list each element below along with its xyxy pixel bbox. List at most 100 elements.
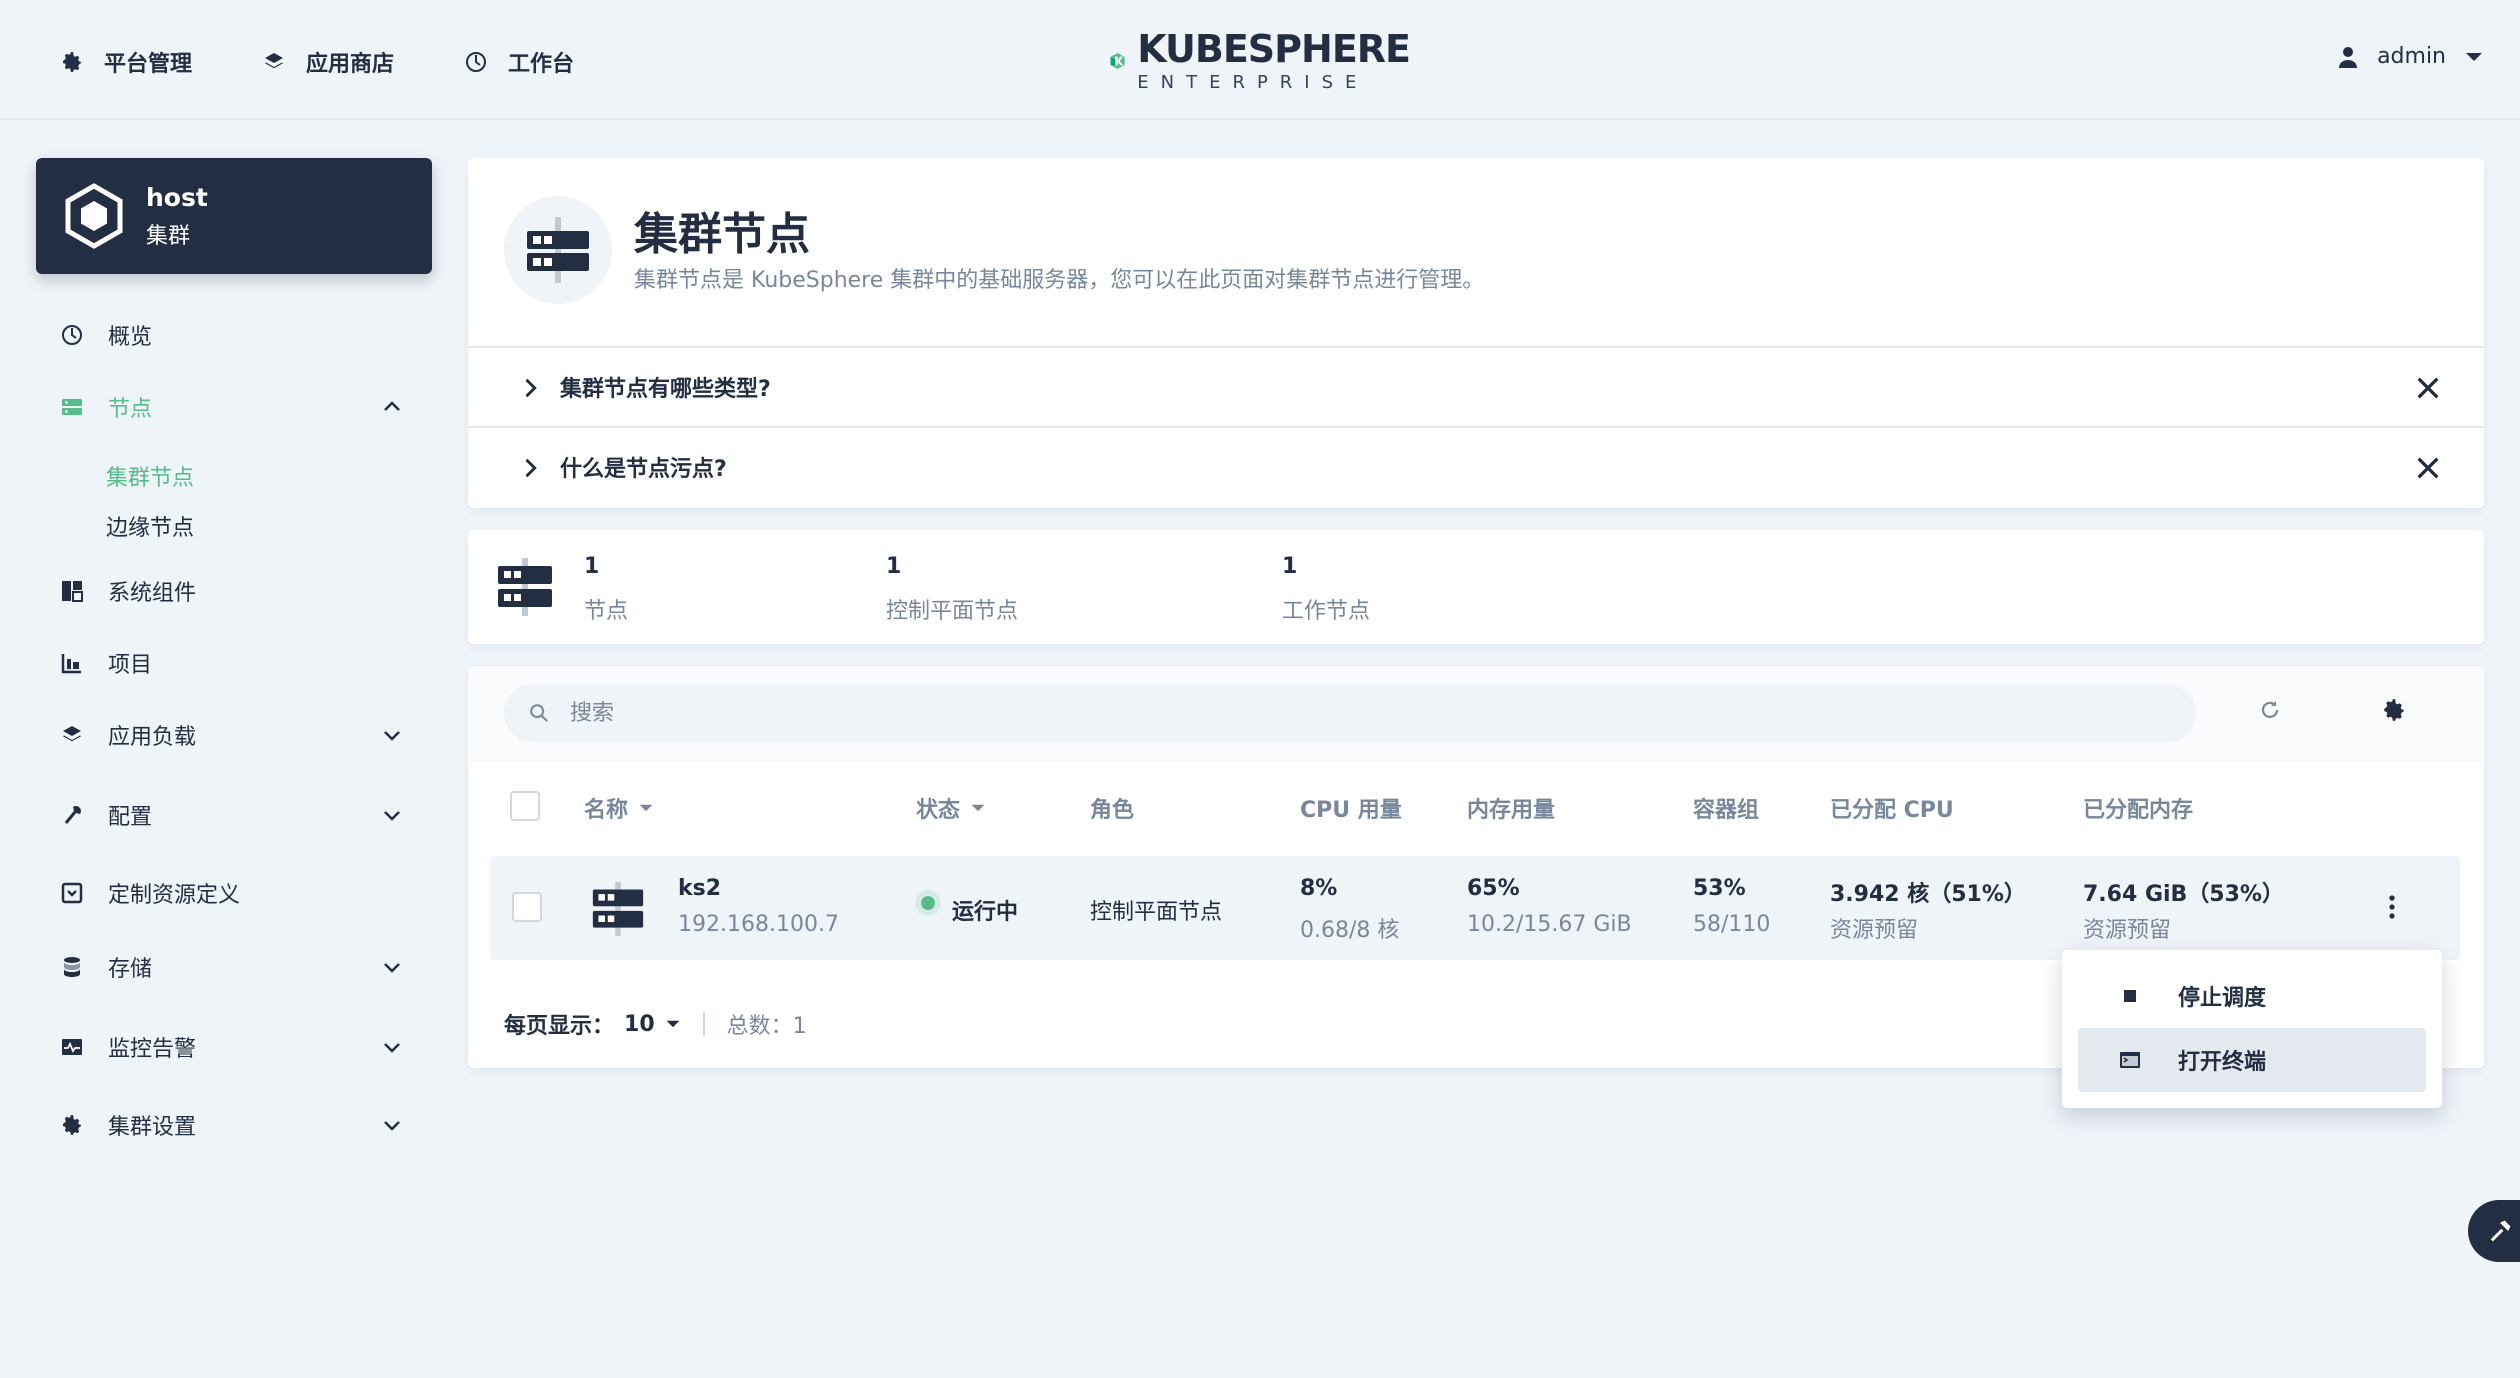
sidebar-item-crd[interactable]: 定制资源定义 [36, 868, 432, 918]
chevron-down-icon [384, 1043, 400, 1053]
menu-item-cordon[interactable]: 停止调度 [2078, 964, 2426, 1028]
allocated-memory: 7.64 GiB（53%） [2083, 882, 2284, 907]
column-status-label: 状态 [916, 798, 961, 823]
dashboard-icon [62, 325, 82, 345]
row-checkbox[interactable] [512, 892, 542, 922]
menu-item-terminal[interactable]: 打开终端 [2078, 1028, 2426, 1092]
sidebar-workloads-label: 应用负载 [108, 725, 197, 750]
menu-item-label: 停止调度 [2178, 986, 2267, 1011]
hammer-icon [2490, 1220, 2511, 1242]
chevron-down-icon [384, 811, 400, 821]
chevron-up-icon [384, 401, 400, 411]
row-action-menu: 停止调度 打开终端 [2062, 950, 2442, 1108]
sidebar-storage-label: 存储 [108, 957, 153, 982]
sidebar-config-label: 配置 [108, 805, 153, 830]
faq-node-taints[interactable]: 什么是节点污点? [468, 426, 2484, 506]
project-icon [61, 654, 81, 674]
column-cpu: CPU 用量 [1300, 798, 1402, 823]
username: admin [2377, 44, 2446, 69]
toolbox-button[interactable] [2468, 1200, 2520, 1262]
column-alloc-cpu: 已分配 CPU [1830, 798, 1954, 823]
sidebar-item-config[interactable]: 配置 [36, 790, 432, 840]
column-name[interactable]: 名称 [584, 792, 654, 824]
table-header: 名称 状态 角色 CPU 用量 内存用量 容器组 已分配 CPU 已分配内存 [490, 776, 2460, 836]
per-page-label: 每页显示： [504, 1014, 615, 1039]
select-all-checkbox[interactable] [510, 791, 540, 821]
sidebar-settings-label: 集群设置 [108, 1115, 197, 1140]
refresh-button[interactable] [2250, 690, 2290, 730]
sidebar-crd-label: 定制资源定义 [108, 883, 241, 908]
table-row[interactable]: ks2 192.168.100.7 运行中 控制平面节点 8% 0.68/8 核… [490, 856, 2460, 960]
gear-icon [63, 1115, 81, 1135]
status-dot [921, 896, 935, 910]
stat-value: 1 [584, 554, 600, 579]
cpu-usage-detail: 0.68/8 核 [1300, 918, 1400, 943]
sidebar-projects-label: 项目 [108, 653, 153, 678]
server-icon [527, 217, 589, 283]
menu-item-label: 打开终端 [2178, 1050, 2267, 1075]
nav-app-store[interactable]: 应用商店 [262, 46, 394, 78]
sidebar-item-storage[interactable]: 存储 [36, 942, 432, 992]
cluster-name: host [146, 182, 208, 212]
gear-icon [2384, 699, 2404, 721]
table-settings-button[interactable] [2374, 690, 2414, 730]
components-icon [62, 581, 83, 602]
logo-title: KUBESPHERE [1137, 27, 1411, 71]
database-icon [64, 957, 80, 977]
faq-question: 集群节点有哪些类型? [560, 377, 771, 402]
pagination: 每页显示： 10 总数：1 [504, 1008, 807, 1040]
sidebar-item-settings[interactable]: 集群设置 [36, 1100, 432, 1150]
sidebar-item-overview[interactable]: 概览 [36, 310, 432, 360]
layers-icon [63, 726, 81, 742]
sidebar-item-nodes[interactable]: 节点 [36, 382, 432, 432]
per-page-selector[interactable]: 每页显示： 10 [504, 1008, 681, 1040]
crd-icon [61, 882, 83, 904]
chevron-down-icon [384, 1121, 400, 1131]
more-vertical-icon[interactable] [2380, 892, 2404, 922]
sidebar-monitoring-label: 监控告警 [108, 1037, 197, 1062]
search-bar[interactable] [504, 684, 2196, 742]
cluster-selector[interactable]: host 集群 [36, 158, 432, 274]
gear-icon [63, 52, 81, 72]
cpu-usage-percent: 8% [1300, 876, 1338, 901]
page-description: 集群节点是 KubeSphere 集群中的基础服务器，您可以在此页面对集群节点进… [634, 268, 1485, 293]
sidebar-item-workloads[interactable]: 应用负载 [36, 710, 432, 760]
kubesphere-logo[interactable]: KUBESPHERE ENTERPRISE [1110, 26, 1411, 96]
nav-platform-management[interactable]: 平台管理 [60, 46, 192, 78]
sidebar-item-monitoring[interactable]: 监控告警 [36, 1022, 432, 1072]
search-input[interactable] [570, 700, 2070, 726]
faq-node-types[interactable]: 集群节点有哪些类型? [468, 346, 2484, 426]
nav-platform-label: 平台管理 [104, 52, 193, 77]
caret-down-icon [2466, 52, 2482, 61]
close-icon[interactable] [2412, 372, 2444, 404]
sidebar-item-cluster-nodes[interactable]: 集群节点 [106, 460, 194, 492]
stat-label: 控制平面节点 [886, 599, 1019, 624]
nav-workbench[interactable]: 工作台 [464, 46, 574, 78]
column-name-label: 名称 [584, 798, 629, 823]
stat-value: 1 [1282, 554, 1298, 579]
sidebar-nodes-label: 节点 [108, 397, 153, 422]
top-navbar: 平台管理 应用商店 工作台 KUBESPHERE ENTERPRISE admi… [0, 0, 2520, 118]
cluster-type: 集群 [146, 223, 191, 249]
column-role: 角色 [1090, 798, 1135, 823]
sidebar-item-components[interactable]: 系统组件 [36, 566, 432, 616]
node-name[interactable]: ks2 [678, 876, 721, 901]
column-alloc-mem: 已分配内存 [2083, 798, 2194, 823]
sidebar-item-projects[interactable]: 项目 [36, 638, 432, 688]
column-pods: 容器组 [1693, 798, 1760, 823]
sidebar-item-edge-nodes[interactable]: 边缘节点 [106, 510, 194, 542]
node-stats-panel: 1 节点 1 控制平面节点 1 工作节点 [468, 530, 2484, 644]
close-icon[interactable] [2412, 452, 2444, 484]
server-icon [592, 882, 644, 936]
wrench-icon [64, 806, 81, 824]
user-menu[interactable]: admin [2337, 44, 2484, 69]
caret-down-icon [666, 1020, 680, 1028]
sidebar-components-label: 系统组件 [108, 581, 197, 606]
nav-workbench-label: 工作台 [508, 52, 575, 77]
column-status[interactable]: 状态 [916, 792, 986, 824]
node-ip: 192.168.100.7 [678, 912, 839, 937]
chevron-right-icon [525, 378, 537, 398]
column-memory: 内存用量 [1467, 798, 1556, 823]
page-title: 集群节点 [634, 209, 810, 260]
cluster-icon [65, 183, 123, 249]
